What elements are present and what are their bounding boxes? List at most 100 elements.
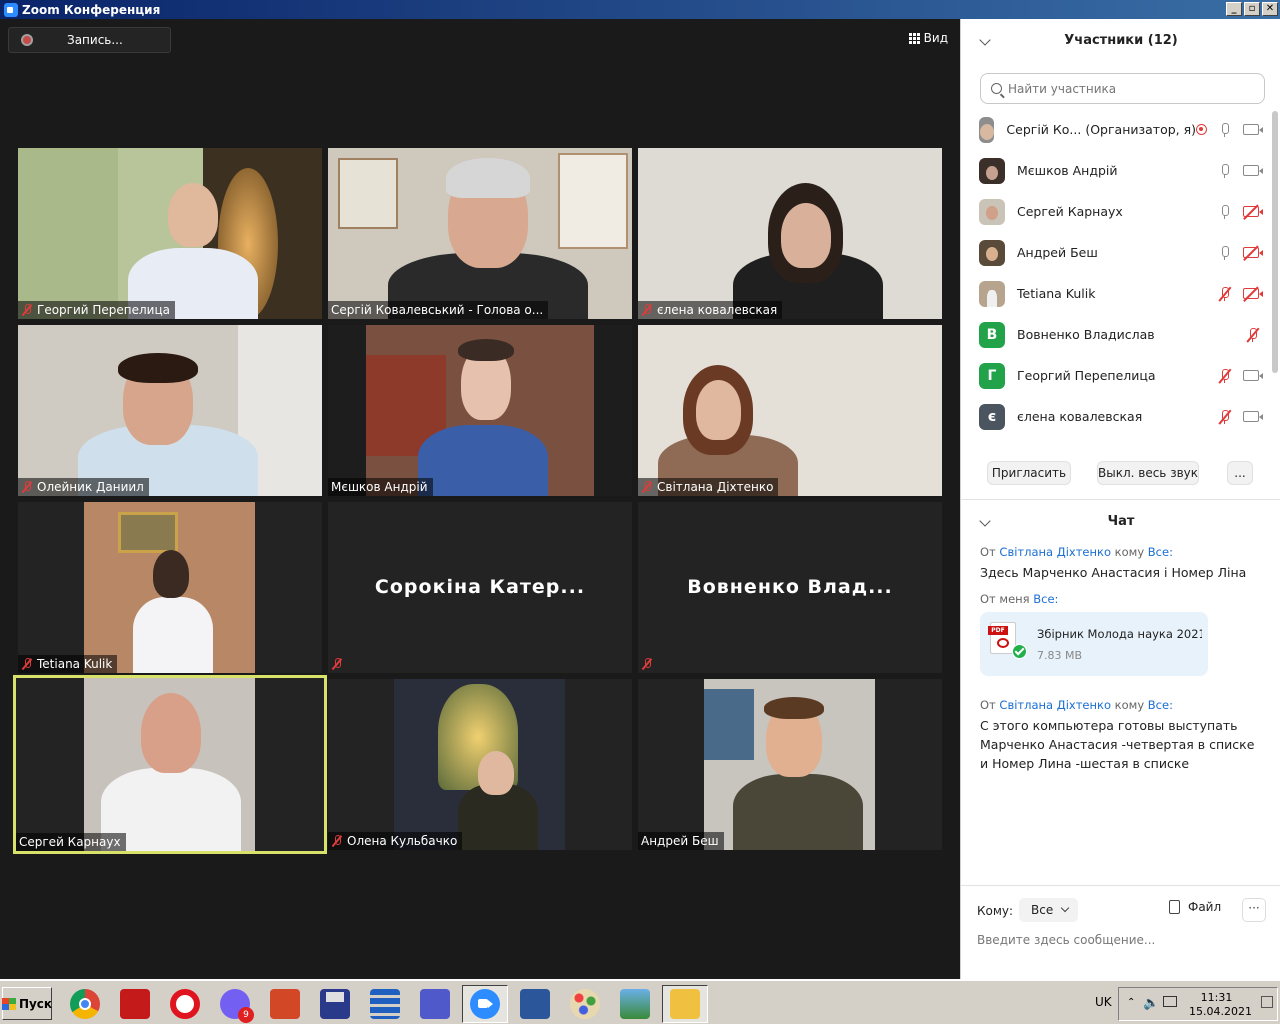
show-desktop-icon[interactable] bbox=[1261, 996, 1273, 1008]
message-meta: От Світлана Діхтенко кому Все: bbox=[980, 698, 1173, 712]
tile-label: Георгий Перепелица bbox=[18, 301, 176, 319]
video-tile-active-speaker[interactable]: Сергей Карнаух bbox=[13, 675, 327, 854]
explorer-taskbar-button[interactable] bbox=[662, 985, 708, 1023]
participant-row[interactable]: Г Георгий Перепелица bbox=[961, 355, 1271, 396]
image-viewer-taskbar-button[interactable] bbox=[612, 985, 658, 1023]
network-icon[interactable] bbox=[1163, 996, 1177, 1007]
camera-icon[interactable] bbox=[1243, 165, 1263, 176]
search-input[interactable] bbox=[1008, 81, 1248, 96]
window-title: Zoom Конференция bbox=[22, 2, 161, 17]
video-gallery: Запись... Вид Георгий Перепелица Сергій … bbox=[0, 19, 960, 979]
collapse-chevron-icon[interactable] bbox=[979, 515, 991, 527]
view-label: Вид bbox=[923, 31, 948, 45]
recipient-link[interactable]: Все: bbox=[1033, 592, 1058, 606]
file-attachment[interactable]: PDF Збірник Молода наука 2021.... 7.83 M… bbox=[980, 612, 1208, 676]
camera-icon[interactable] bbox=[1243, 370, 1263, 381]
camera-off-icon[interactable] bbox=[1243, 286, 1263, 302]
participant-row[interactable]: Андрей Беш bbox=[961, 232, 1271, 273]
tray-expand-icon[interactable]: ⌃ bbox=[1127, 997, 1135, 1008]
chrome-taskbar-button[interactable] bbox=[62, 985, 108, 1023]
minimize-button[interactable]: _ bbox=[1226, 2, 1242, 16]
participant-list-scrollbar[interactable] bbox=[1272, 111, 1278, 373]
mic-muted-icon bbox=[21, 304, 33, 316]
recipient-link[interactable]: Все: bbox=[1148, 545, 1173, 559]
avatar: В bbox=[979, 321, 1005, 348]
window-titlebar: Zoom Конференция _ ▫ ✕ bbox=[0, 0, 1280, 19]
camera-icon[interactable] bbox=[1243, 124, 1263, 135]
sender-link[interactable]: Світлана Діхтенко bbox=[999, 545, 1111, 559]
participant-row[interactable]: Сергій Ко... (Организатор, я) bbox=[961, 109, 1271, 150]
chat-more-button[interactable]: ··· bbox=[1242, 898, 1266, 922]
participant-row[interactable]: Мєшков Андрій bbox=[961, 150, 1271, 191]
camera-off-icon[interactable] bbox=[1243, 204, 1263, 220]
word-taskbar-button[interactable] bbox=[512, 985, 558, 1023]
zoom-taskbar-button[interactable] bbox=[462, 985, 508, 1023]
recipient-select[interactable]: Все bbox=[1019, 898, 1078, 922]
invite-button[interactable]: Пригласить bbox=[987, 461, 1071, 485]
powerpoint-taskbar-button[interactable] bbox=[262, 985, 308, 1023]
system-tray: ⌃ 🔈 11:31 15.04.2021 bbox=[1118, 987, 1278, 1021]
mute-all-button[interactable]: Выкл. весь звук bbox=[1097, 461, 1199, 485]
participant-row[interactable]: є єлена ковалевская bbox=[961, 396, 1271, 437]
mic-muted-icon[interactable] bbox=[1218, 368, 1232, 383]
video-tile[interactable]: Сергій Ковалевський - Голова о... bbox=[328, 148, 632, 319]
video-tile[interactable]: Світлана Діхтенко bbox=[638, 325, 942, 496]
chat-message-input[interactable] bbox=[977, 930, 1267, 950]
video-tile[interactable]: Олейник Даниил bbox=[18, 325, 322, 496]
teams-taskbar-button[interactable] bbox=[412, 985, 458, 1023]
record-button[interactable]: Запись... bbox=[8, 27, 171, 53]
file-button[interactable]: Файл bbox=[1169, 900, 1221, 914]
camera-off-icon[interactable] bbox=[1243, 245, 1263, 261]
mic-muted-icon bbox=[21, 658, 33, 670]
mic-icon[interactable] bbox=[1219, 122, 1231, 137]
video-tile[interactable]: єлена ковалевская bbox=[638, 148, 942, 319]
mic-muted-icon[interactable] bbox=[1246, 327, 1260, 342]
collapse-chevron-icon[interactable] bbox=[979, 34, 991, 46]
camera-icon[interactable] bbox=[1243, 411, 1263, 422]
video-tile[interactable]: Олена Кульбачко bbox=[328, 679, 632, 850]
video-tile[interactable]: Георгий Перепелица bbox=[18, 148, 322, 319]
participant-search[interactable] bbox=[980, 73, 1265, 104]
video-tile-no-video[interactable]: Вовненко Влад... bbox=[638, 502, 942, 673]
mic-icon[interactable] bbox=[1219, 204, 1231, 219]
download-complete-icon bbox=[1012, 644, 1027, 659]
video-tile[interactable]: Tetiana Kulik bbox=[18, 502, 322, 673]
mic-muted-icon[interactable] bbox=[1218, 409, 1232, 424]
avatar bbox=[979, 280, 1005, 307]
participant-row[interactable]: В Вовненко Владислав bbox=[961, 314, 1271, 355]
viber-taskbar-button[interactable]: 9 bbox=[212, 985, 258, 1023]
mic-icon[interactable] bbox=[1219, 245, 1231, 260]
windows-taskbar: Пуск 9 UK ⌃ 🔈 11:31 15.04.2021 bbox=[0, 979, 1280, 1024]
video-tile[interactable]: Андрей Беш bbox=[638, 679, 942, 850]
mic-icon[interactable] bbox=[1219, 163, 1231, 178]
view-button[interactable]: Вид bbox=[908, 31, 948, 45]
tile-label: Олена Кульбачко bbox=[328, 832, 463, 850]
save-app-taskbar-button[interactable] bbox=[312, 985, 358, 1023]
close-button[interactable]: ✕ bbox=[1262, 2, 1278, 16]
stack-icon bbox=[370, 989, 400, 1019]
volume-icon[interactable]: 🔈 bbox=[1143, 996, 1159, 1011]
video-tile[interactable]: Мєшков Андрій bbox=[328, 325, 632, 496]
search-icon bbox=[991, 83, 1002, 94]
restore-button[interactable]: ▫ bbox=[1244, 2, 1260, 16]
opera-taskbar-button[interactable] bbox=[162, 985, 208, 1023]
paint-taskbar-button[interactable] bbox=[562, 985, 608, 1023]
zoom-icon bbox=[470, 989, 500, 1019]
language-indicator[interactable]: UK bbox=[1095, 995, 1112, 1009]
avatar: є bbox=[979, 403, 1005, 430]
mic-muted-icon bbox=[21, 481, 33, 493]
tile-label bbox=[328, 655, 352, 673]
video-tile-no-video[interactable]: Сорокіна Катер... bbox=[328, 502, 632, 673]
start-button[interactable]: Пуск bbox=[1, 987, 52, 1020]
sender-link[interactable]: Світлана Діхтенко bbox=[999, 698, 1111, 712]
participant-row[interactable]: Tetiana Kulik bbox=[961, 273, 1271, 314]
participant-row[interactable]: Сергей Карнаух bbox=[961, 191, 1271, 232]
mic-muted-icon[interactable] bbox=[1218, 286, 1232, 301]
panel-divider bbox=[961, 499, 1280, 500]
acrobat-taskbar-button[interactable] bbox=[112, 985, 158, 1023]
image-viewer-icon bbox=[620, 989, 650, 1019]
participants-more-button[interactable]: ... bbox=[1227, 461, 1253, 485]
clock[interactable]: 11:31 15.04.2021 bbox=[1189, 991, 1252, 1019]
stack-app-taskbar-button[interactable] bbox=[362, 985, 408, 1023]
recipient-link[interactable]: Все: bbox=[1148, 698, 1173, 712]
